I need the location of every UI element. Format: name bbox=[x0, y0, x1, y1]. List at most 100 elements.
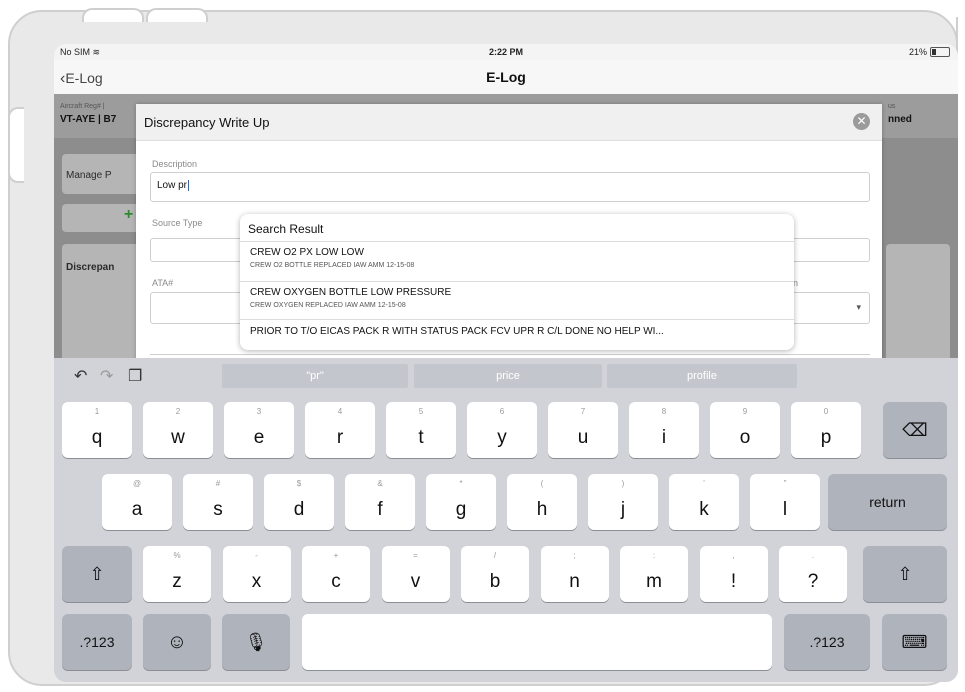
key-s[interactable]: # s bbox=[183, 474, 253, 530]
key-alt-label: ( bbox=[540, 479, 544, 488]
key-label: f bbox=[377, 499, 383, 520]
key-t[interactable]: 5t bbox=[386, 402, 456, 458]
key-label: k bbox=[699, 499, 709, 520]
key-alt-label: ; bbox=[573, 551, 576, 560]
key-u[interactable]: 7u bbox=[548, 402, 618, 458]
key-x[interactable]: -x bbox=[222, 546, 291, 602]
close-icon[interactable]: ✕ bbox=[853, 113, 870, 130]
source-type-label: Source Type bbox=[152, 218, 203, 228]
key-label: y bbox=[497, 427, 507, 448]
key-v[interactable]: = v bbox=[381, 546, 450, 602]
emoji-key[interactable]: ☺ bbox=[143, 614, 211, 670]
suggestion-item[interactable]: "pr" bbox=[222, 364, 408, 388]
hardware-button bbox=[82, 8, 144, 22]
key-alt-label: + bbox=[333, 551, 339, 560]
key-y[interactable]: 6y bbox=[467, 402, 537, 458]
key-g[interactable]: * g bbox=[426, 474, 496, 530]
shift-icon: ⇧ bbox=[897, 564, 913, 584]
result-title: PRIOR TO T/O EICAS PACK R WITH STATUS PA… bbox=[250, 326, 664, 337]
key-h[interactable]: (h bbox=[507, 474, 577, 530]
key-label: u bbox=[577, 427, 589, 448]
battery-status: 21% bbox=[909, 47, 950, 57]
key-k[interactable]: ' k bbox=[669, 474, 739, 530]
battery-icon bbox=[930, 47, 950, 57]
key-d[interactable]: $ d bbox=[264, 474, 334, 530]
key-alt-label: 5 bbox=[418, 407, 424, 416]
ata-field[interactable] bbox=[150, 292, 250, 324]
numbers-key-right[interactable]: .?123 bbox=[784, 614, 870, 670]
key-label: c bbox=[331, 571, 341, 592]
undo-icon[interactable]: ↶ bbox=[74, 366, 87, 386]
nav-title: E-Log bbox=[486, 69, 526, 85]
key-label: q bbox=[91, 427, 103, 448]
search-result-item[interactable]: PRIOR TO T/O EICAS PACK R WITH STATUS PA… bbox=[250, 326, 790, 337]
key-alt-label: 1 bbox=[94, 407, 100, 416]
key-n[interactable]: ; n bbox=[540, 546, 609, 602]
key-label: a bbox=[131, 499, 143, 520]
key-label: e bbox=[253, 427, 265, 448]
keyboard-hide-icon: ⌨ bbox=[901, 632, 928, 652]
result-subtitle: CREW O2 BOTTLE REPLACED IAW AMM 12-15-08 bbox=[250, 262, 415, 269]
key-alt-label: ' bbox=[703, 479, 705, 488]
key-label: p bbox=[820, 427, 832, 448]
result-title: CREW O2 PX LOW LOW bbox=[250, 247, 364, 258]
source-type-field[interactable] bbox=[150, 238, 250, 262]
key-label: g bbox=[455, 499, 467, 520]
key-w[interactable]: 2w bbox=[143, 402, 213, 458]
location-select[interactable]: ▾ bbox=[786, 292, 870, 324]
key-b[interactable]: / b bbox=[461, 546, 529, 602]
key-c[interactable]: + c bbox=[302, 546, 370, 602]
key-label: n bbox=[569, 571, 580, 592]
backspace-icon: ⌫ bbox=[902, 420, 928, 440]
description-label: Description bbox=[152, 159, 198, 169]
result-title: CREW OXYGEN BOTTLE LOW PRESSURE bbox=[250, 287, 452, 298]
search-result-item[interactable]: CREW OXYGEN BOTTLE LOW PRESSURE CREW OXY… bbox=[250, 287, 790, 309]
key-label: ! bbox=[730, 571, 737, 592]
dictation-key[interactable]: 🎙 bbox=[222, 614, 290, 670]
space-bar[interactable] bbox=[302, 614, 772, 670]
key-j[interactable]: ) j bbox=[588, 474, 658, 530]
right-panel bbox=[886, 244, 950, 364]
key-![interactable]: ,! bbox=[699, 546, 768, 602]
plus-icon: + bbox=[124, 206, 134, 223]
backspace-key[interactable]: ⌫ bbox=[883, 402, 947, 458]
key-alt-label: : bbox=[652, 551, 656, 560]
microphone-icon: 🎙 bbox=[244, 632, 268, 652]
right-field[interactable] bbox=[786, 238, 870, 262]
redo-icon[interactable]: ↷ bbox=[100, 366, 113, 386]
key-alt-label: " bbox=[783, 479, 787, 488]
return-key[interactable]: return bbox=[828, 474, 947, 530]
shift-key-right[interactable]: ⇧ bbox=[863, 546, 947, 602]
description-value: Low pr bbox=[157, 180, 188, 192]
key-q[interactable]: 1q bbox=[62, 402, 132, 458]
key-label: b bbox=[489, 571, 501, 592]
key-alt-label: % bbox=[173, 551, 181, 560]
suggestion-item[interactable]: price bbox=[414, 364, 602, 388]
key-m[interactable]: :m bbox=[620, 546, 688, 602]
key-o[interactable]: 9o bbox=[710, 402, 780, 458]
manage-label: Manage P bbox=[66, 170, 112, 181]
key-alt-label: # bbox=[215, 479, 221, 488]
key-alt-label: 2 bbox=[175, 407, 181, 416]
key-f[interactable]: & f bbox=[345, 474, 415, 530]
key-i[interactable]: 8i bbox=[629, 402, 699, 458]
search-result-item[interactable]: CREW O2 PX LOW LOW CREW O2 BOTTLE REPLAC… bbox=[250, 247, 790, 269]
suggestion-item[interactable]: profile bbox=[607, 364, 797, 388]
key-e[interactable]: 3e bbox=[224, 402, 294, 458]
description-field[interactable]: Low pr bbox=[150, 172, 870, 202]
key-alt-label: 8 bbox=[661, 407, 667, 416]
dismiss-keyboard-key[interactable]: ⌨ bbox=[882, 614, 947, 670]
shift-key-left[interactable]: ⇧ bbox=[62, 546, 132, 602]
key-label: m bbox=[646, 571, 662, 592]
search-result-heading: Search Result bbox=[248, 222, 324, 236]
key-?[interactable]: .? bbox=[779, 546, 847, 602]
key-r[interactable]: 4r bbox=[305, 402, 375, 458]
key-z[interactable]: % z bbox=[143, 546, 211, 602]
key-a[interactable]: @ a bbox=[102, 474, 172, 530]
key-l[interactable]: " l bbox=[750, 474, 820, 530]
key-p[interactable]: 0p bbox=[791, 402, 861, 458]
key-label: j bbox=[620, 499, 626, 520]
paste-icon[interactable]: ❐ bbox=[128, 366, 142, 386]
numbers-key-left[interactable]: .?123 bbox=[62, 614, 132, 670]
key-label: v bbox=[410, 571, 421, 592]
